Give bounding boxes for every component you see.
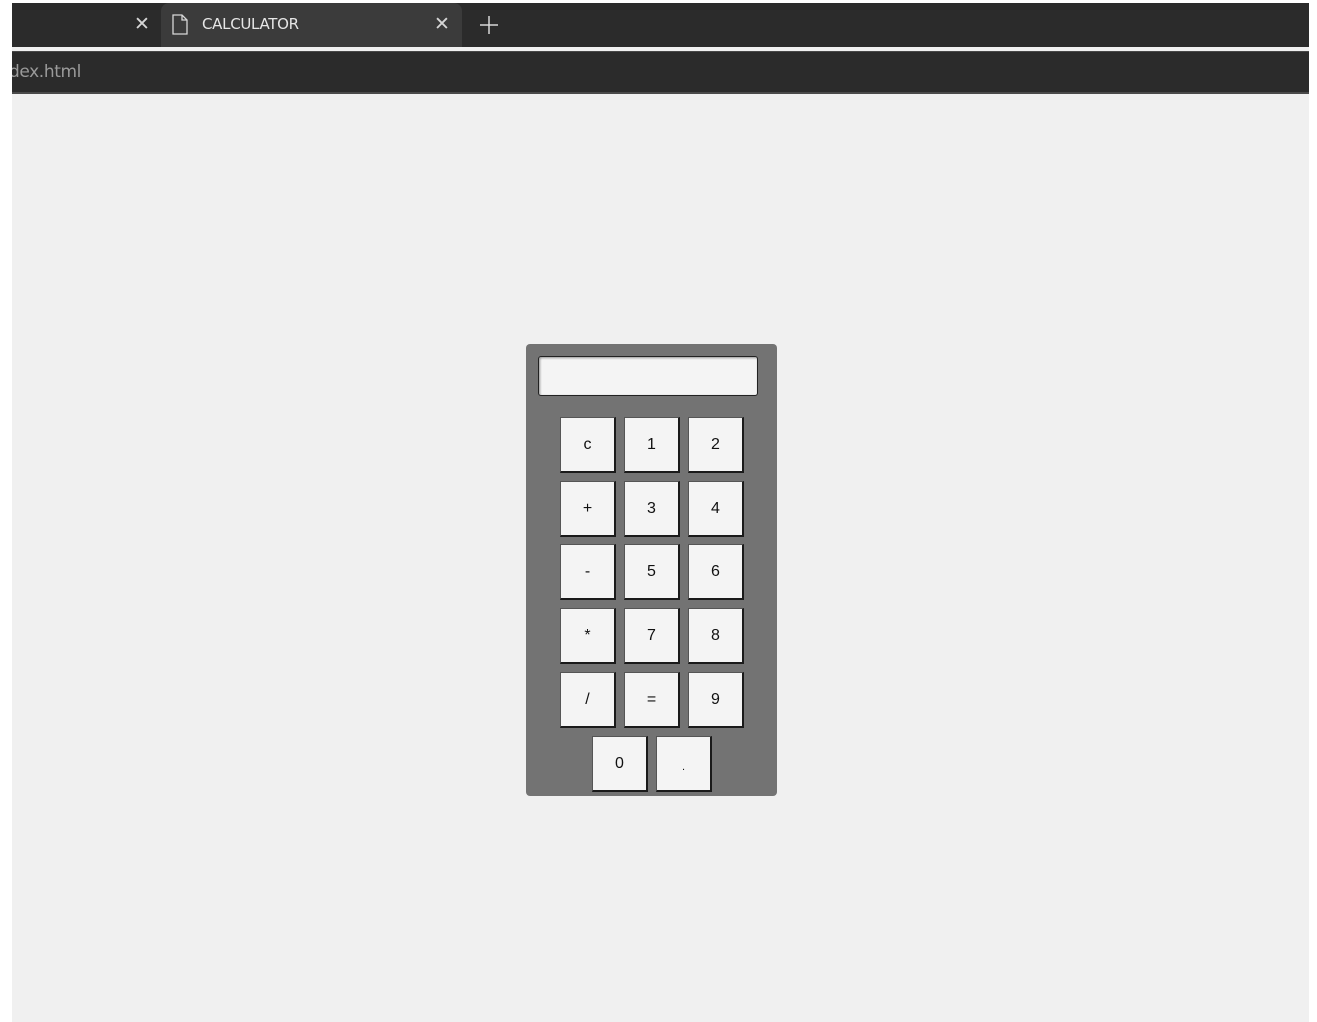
- url-text[interactable]: dex.html: [12, 62, 81, 82]
- digit-2-button[interactable]: 2: [688, 417, 744, 473]
- document-icon: [172, 14, 188, 35]
- digit-4-button[interactable]: 4: [688, 481, 744, 537]
- close-icon[interactable]: ✕: [432, 14, 452, 34]
- digit-0-button[interactable]: 0: [592, 736, 648, 792]
- equals-button[interactable]: =: [624, 672, 680, 728]
- digit-7-button[interactable]: 7: [624, 608, 680, 664]
- digit-6-button[interactable]: 6: [688, 544, 744, 600]
- calculator: c 1 2 + 3 4 - 5 6 * 7 8 / = 9 0 .: [526, 344, 777, 796]
- digit-3-button[interactable]: 3: [624, 481, 680, 537]
- divide-button[interactable]: /: [560, 672, 616, 728]
- digit-1-button[interactable]: 1: [624, 417, 680, 473]
- close-icon[interactable]: ✕: [132, 14, 152, 34]
- add-button[interactable]: +: [560, 481, 616, 537]
- clear-button[interactable]: c: [560, 417, 616, 473]
- multiply-button[interactable]: *: [560, 608, 616, 664]
- digit-5-button[interactable]: 5: [624, 544, 680, 600]
- tab-calculator[interactable]: CALCULATOR ✕: [161, 3, 462, 47]
- plus-icon[interactable]: [476, 12, 502, 38]
- subtract-button[interactable]: -: [560, 544, 616, 600]
- digit-9-button[interactable]: 9: [688, 672, 744, 728]
- digit-8-button[interactable]: 8: [688, 608, 744, 664]
- tab-bar: ✕ CALCULATOR ✕: [12, 3, 1309, 47]
- tab-previous[interactable]: ✕: [12, 3, 160, 47]
- tab-title: CALCULATOR: [202, 15, 299, 33]
- decimal-button[interactable]: .: [656, 736, 712, 792]
- address-bar[interactable]: dex.html: [12, 52, 1309, 94]
- calculator-display[interactable]: [538, 356, 758, 396]
- browser-window: ✕ CALCULATOR ✕ dex.html c 1 2 + 3 4 - 5 …: [12, 3, 1309, 1022]
